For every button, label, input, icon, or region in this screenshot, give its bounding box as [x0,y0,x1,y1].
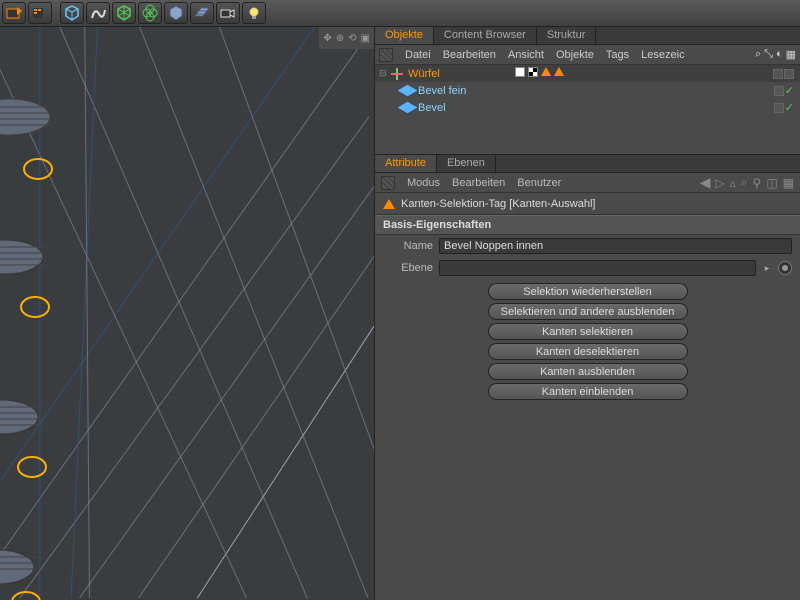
tool-light[interactable] [242,2,266,24]
tool-move-project[interactable] [2,2,26,24]
btn-kanten-einblenden[interactable]: Kanten einblenden [488,383,688,400]
tab-objekte[interactable]: Objekte [375,27,434,44]
tool-camera[interactable] [216,2,240,24]
menu-bearbeiten[interactable]: Bearbeiten [452,177,505,189]
tag-header-text: Kanten-Selektion-Tag [Kanten-Auswahl] [401,198,595,210]
menu-datei[interactable]: Datei [405,49,431,61]
menu-modus[interactable]: Modus [407,177,440,189]
search-icon[interactable]: ⌕ [741,175,748,190]
tool-render[interactable] [28,2,52,24]
tag-checker-icon[interactable] [528,67,538,77]
eye-icon[interactable]: ◐ [776,48,783,61]
tree-label: Würfel [408,68,440,80]
tree-collapse-icon[interactable]: ⊟ [379,68,389,79]
dropdown-arrow-icon[interactable]: ▸ [762,263,772,274]
row-ebene: Ebene ▸ [375,257,800,279]
main-toolbar [0,0,800,27]
button-stack: Selektion wiederherstellen Selektieren u… [375,279,800,404]
layer-picker-icon[interactable] [778,261,792,275]
panel-grip-icon[interactable] [381,176,395,190]
search-icon[interactable]: ⌕ [755,48,761,61]
tab-ebenen[interactable]: Ebenen [437,155,496,172]
maximize-icon[interactable]: ▣ [361,33,370,44]
viewport[interactable]: ✥ ⊕ ⟲ ▣ [0,27,375,600]
tree-row-bevel[interactable]: Bevel ✓ [375,99,800,116]
tab-content-browser[interactable]: Content Browser [434,27,537,44]
menu-tags[interactable]: Tags [606,49,629,61]
grid-icon[interactable]: ▦ [786,48,796,61]
label-ebene: Ebene [383,262,433,274]
tool-deformer[interactable] [138,2,162,24]
input-ebene[interactable] [439,260,756,276]
cube-icon [399,84,415,98]
edge-selection-icon [383,199,395,209]
menu-lesezeichen[interactable]: Lesezeic [641,49,684,61]
attribute-menubar: Modus Bearbeiten Benutzer ◀ ▷ ▵ ⌕ ⚲ ◫ ▦ [375,173,800,193]
tool-spline[interactable] [86,2,110,24]
grid-icon[interactable]: ▦ [783,176,794,190]
btn-selektieren-und-andere-ausblenden[interactable]: Selektieren und andere ausblenden [488,303,688,320]
section-basis-eigenschaften: Basis-Eigenschaften [375,215,800,235]
tab-struktur[interactable]: Struktur [537,27,597,44]
tag-texture-icon[interactable] [515,67,525,77]
tool-cube[interactable] [60,2,84,24]
check-icon[interactable]: ✓ [785,86,794,96]
tree-row-wurfel[interactable]: ⊟ Würfel [375,65,800,82]
nav-fwd-icon[interactable]: ▷ [716,176,725,190]
lock-icon[interactable]: ⚲ [753,176,762,190]
btn-kanten-deselektieren[interactable]: Kanten deselektieren [488,343,688,360]
attribute-tabbar: Attribute Ebenen [375,155,800,173]
new-icon[interactable]: ◫ [766,176,777,190]
tool-environment[interactable] [164,2,188,24]
tag-edge-selection-icon[interactable] [541,67,551,76]
object-tree[interactable]: ⊟ Würfel Bevel fein ✓ Bevel ✓ [375,65,800,155]
panel-grip-icon[interactable] [379,48,393,62]
menu-ansicht[interactable]: Ansicht [508,49,544,61]
tool-floor[interactable] [190,2,214,24]
arrow-icon[interactable]: ⤡ [764,48,773,61]
cube-icon [399,101,415,115]
object-manager-tabbar: Objekte Content Browser Struktur [375,27,800,45]
btn-kanten-selektieren[interactable]: Kanten selektieren [488,323,688,340]
tab-attribute[interactable]: Attribute [375,155,437,172]
input-name[interactable] [439,238,792,254]
tool-generator[interactable] [112,2,136,24]
label-name: Name [383,240,433,252]
menu-objekte[interactable]: Objekte [556,49,594,61]
viewport-nav-icons[interactable]: ✥ ⊕ ⟲ ▣ [319,27,374,49]
tree-label: Bevel fein [418,85,466,97]
row-name: Name [375,235,800,257]
rotate-icon[interactable]: ⟲ [348,33,356,44]
tag-column [515,67,564,77]
tree-row-bevel-fein[interactable]: Bevel fein ✓ [375,82,800,99]
menu-bearbeiten[interactable]: Bearbeiten [443,49,496,61]
nav-back-icon[interactable]: ◀ [700,174,711,191]
pan-icon[interactable]: ✥ [323,33,331,44]
zoom-icon[interactable]: ⊕ [336,33,344,44]
object-manager-menubar: Datei Bearbeiten Ansicht Objekte Tags Le… [375,45,800,65]
btn-selektion-wiederherstellen[interactable]: Selektion wiederherstellen [488,283,688,300]
tree-label: Bevel [418,102,446,114]
axis-icon [389,67,405,81]
check-icon[interactable]: ✓ [785,103,794,113]
nav-up-icon[interactable]: ▵ [730,176,736,190]
tag-edge-selection-icon-2[interactable] [554,67,564,76]
menu-benutzer[interactable]: Benutzer [517,177,561,189]
btn-kanten-ausblenden[interactable]: Kanten ausblenden [488,363,688,380]
attribute-tag-header: Kanten-Selektion-Tag [Kanten-Auswahl] [375,193,800,215]
